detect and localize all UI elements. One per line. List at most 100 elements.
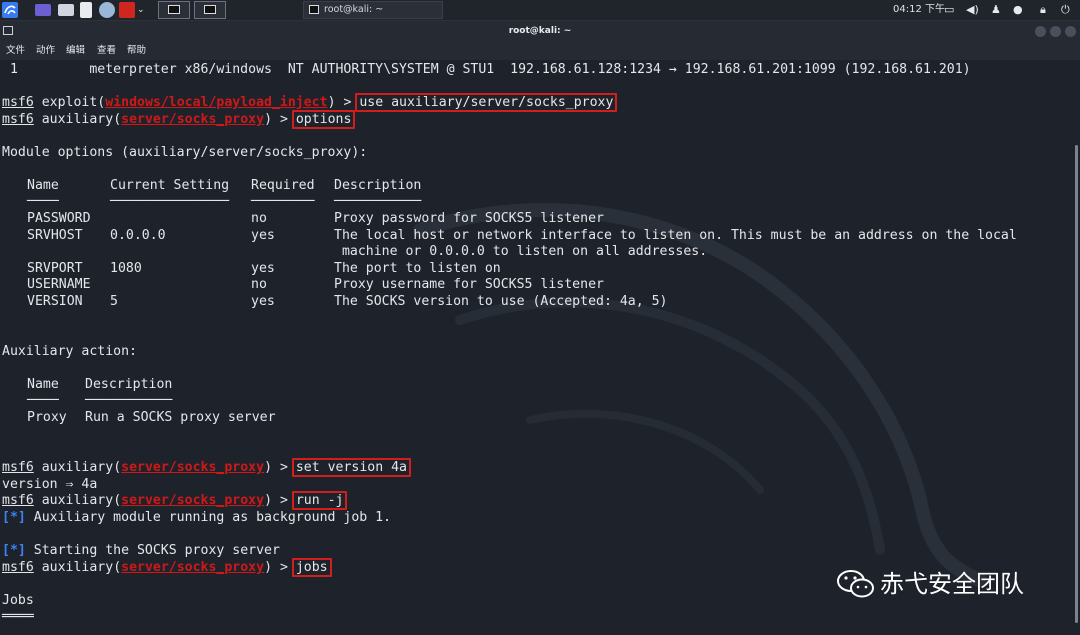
session-line: 1 meterpreter x86/windows NT AUTHORITY\S… (2, 62, 971, 77)
table-cell: yes (251, 228, 275, 243)
prompt-line-5: msf6 auxiliary(server/socks_proxy) > job… (2, 558, 332, 577)
prompt-line-3: msf6 auxiliary(server/socks_proxy) > set… (2, 458, 411, 477)
command-set-version: set version 4a (291, 458, 411, 477)
prompt-module-type: auxiliary (41, 560, 114, 575)
status-text: Starting the SOCKS proxy server (25, 543, 280, 558)
prompt-msf: msf6 (2, 95, 34, 110)
status-marker: [*] (2, 510, 26, 525)
wechat-icon (837, 570, 874, 598)
menu-help[interactable]: 帮助 (127, 42, 146, 60)
display-icon[interactable]: ▭ (944, 3, 954, 17)
prompt-module-name: server/socks_proxy (121, 460, 265, 475)
col-header-name: Name (27, 377, 59, 392)
power-icon[interactable]: ⏻ (1061, 3, 1070, 17)
watermark: 赤弋安全团队 (836, 567, 1024, 601)
prompt-line-4: msf6 auxiliary(server/socks_proxy) > run… (2, 491, 348, 510)
col-header-description: Description (85, 377, 173, 392)
table-cell: Proxy password for SOCKS5 listener (334, 211, 604, 226)
close-button[interactable] (1065, 26, 1076, 37)
menubar: 文件 动作 编辑 查看 帮助 (0, 42, 1080, 60)
col-header-name: Name (27, 178, 59, 193)
terminal-icon (309, 5, 319, 14)
table-cell: VERSION (27, 294, 83, 309)
table-cell: yes (251, 294, 275, 309)
col-header-current-setting: Current Setting (110, 178, 230, 193)
terminal-icon (168, 5, 180, 14)
table-cell: Proxy username for SOCKS5 listener (334, 277, 604, 292)
table-cell: SRVPORT (27, 261, 83, 276)
notification-bell-icon[interactable]: ♟ (991, 3, 1001, 17)
col-underline: ─────────────── (110, 194, 230, 209)
table-cell: no (251, 277, 267, 292)
prompt-module-name: windows/local/payload_inject (105, 95, 328, 110)
watermark-text: 赤弋安全团队 (880, 570, 1024, 598)
table-cell: yes (251, 261, 275, 276)
prompt-msf: msf6 (2, 460, 34, 475)
status-line-2: [*] Starting the SOCKS proxy server (2, 543, 280, 560)
col-header-required: Required (251, 178, 315, 193)
menu-file[interactable]: 文件 (6, 42, 25, 60)
status-marker: [*] (2, 543, 26, 558)
jobs-underline: ════ (2, 609, 34, 624)
command-run: run -j (291, 491, 348, 510)
chevron-down-icon[interactable]: ⌄ (137, 3, 145, 17)
prompt-msf: msf6 (2, 112, 34, 127)
table-cell: 5 (110, 294, 118, 309)
window-titlebar[interactable]: root@kali: ~ (0, 21, 1080, 42)
aux-action-header: Auxiliary action: (2, 344, 137, 359)
lock-icon[interactable]: 🔒︎ (1040, 3, 1046, 17)
file-manager-icon[interactable] (58, 4, 74, 16)
table-cell: PASSWORD (27, 211, 91, 226)
scrollbar-thumb[interactable] (1075, 145, 1078, 623)
taskbar-terminal-1[interactable] (158, 1, 190, 19)
table-cell: Run a SOCKS proxy server (85, 410, 276, 425)
taskbar-terminal-2[interactable] (194, 1, 226, 19)
status-circle-icon[interactable]: ● (1013, 3, 1023, 17)
table-cell: no (251, 211, 267, 226)
taskbar-active-window[interactable]: root@kali: ~ (303, 1, 443, 19)
taskbar: ⌄ root@kali: ~ 04:12 下午 ▭ ◀) ♟ ● 🔒︎ ⏻ (0, 0, 1080, 21)
table-cell: 1080 (110, 261, 142, 276)
prompt-module-name: server/socks_proxy (121, 560, 265, 575)
minimize-button[interactable] (1035, 26, 1046, 37)
maximize-button[interactable] (1050, 26, 1061, 37)
status-line-1: [*] Auxiliary module running as backgrou… (2, 510, 391, 527)
text-editor-icon[interactable] (80, 2, 92, 18)
table-cell: USERNAME (27, 277, 91, 292)
desktop-icon[interactable] (35, 4, 51, 16)
menu-action[interactable]: 动作 (36, 42, 55, 60)
module-options-header: Module options (auxiliary/server/socks_p… (2, 145, 368, 160)
prompt-msf: msf6 (2, 493, 34, 508)
command-use: use auxiliary/server/socks_proxy (355, 93, 618, 112)
col-underline: ──── (27, 194, 59, 209)
taskbar-window-title: root@kali: ~ (324, 4, 384, 15)
clock[interactable]: 04:12 下午 (893, 0, 945, 20)
browser-icon[interactable] (99, 2, 115, 18)
table-cell: Proxy (27, 410, 67, 425)
table-cell: The port to listen on (334, 261, 501, 276)
kali-menu-icon[interactable] (2, 2, 18, 18)
col-underline: ──────── (251, 194, 315, 209)
jobs-header: Jobs (2, 593, 34, 608)
terminal-area[interactable]: 1 meterpreter x86/windows NT AUTHORITY\S… (0, 60, 1072, 635)
prompt-module-type: auxiliary (41, 493, 114, 508)
volume-icon[interactable]: ◀) (966, 3, 979, 17)
prompt-module-type: exploit (41, 95, 98, 110)
table-cell: The SOCKS version to use (Accepted: 4a, … (334, 294, 668, 309)
table-cell: 0.0.0.0 (110, 228, 166, 243)
menu-view[interactable]: 查看 (97, 42, 116, 60)
output-version: version ⇒ 4a (2, 477, 98, 492)
menu-edit[interactable]: 编辑 (66, 42, 85, 60)
prompt-module-type: auxiliary (41, 460, 114, 475)
col-header-description: Description (334, 178, 422, 193)
col-underline: ─────────── (334, 194, 422, 209)
command-jobs: jobs (291, 558, 332, 577)
prompt-module-name: server/socks_proxy (121, 493, 265, 508)
window-title: root@kali: ~ (508, 26, 572, 36)
terminal-icon (204, 5, 216, 14)
terminal-scrollbar[interactable] (1072, 60, 1080, 635)
status-text: Auxiliary module running as background j… (25, 510, 392, 525)
col-underline: ─────────── (85, 393, 173, 408)
red-app-icon[interactable] (119, 2, 135, 18)
command-options: options (291, 110, 356, 129)
